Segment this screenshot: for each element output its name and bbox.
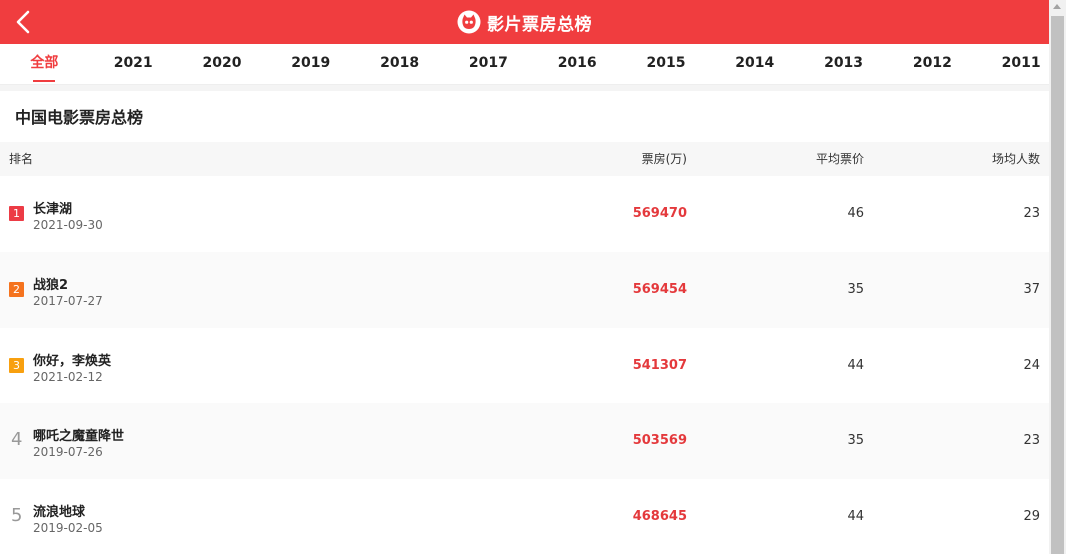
rank-number: 5 (11, 505, 23, 527)
release-date: 2021-02-12 (33, 369, 103, 384)
app-window: 影片票房总榜 全部 2021 2020 2019 2018 2017 2016 2015 201… (0, 0, 1049, 554)
header-title-group: 影片票房总榜 (0, 0, 1049, 44)
tab-2019[interactable]: 2019 (266, 44, 355, 84)
box-office-value: 503569 (632, 433, 687, 449)
tab-2015[interactable]: 2015 (622, 44, 711, 84)
tab-2017[interactable]: 2017 (444, 44, 533, 84)
box-office-value: 541307 (632, 357, 687, 373)
movie-row[interactable]: 3 你好，李焕英 2021-02-12 541307 44 24 (0, 328, 1049, 404)
ranking-list: 1 长津湖 2021-09-30 569470 46 23 2 战狼2 2017-07-27 56… (0, 176, 1049, 554)
movie-row[interactable]: 2 战狼2 2017-07-27 569454 35 37 (0, 251, 1049, 328)
cat-logo-icon (457, 10, 481, 34)
rank-number: 4 (11, 429, 23, 451)
release-date: 2017-07-27 (33, 293, 103, 308)
movie-name: 流浪地球 (33, 505, 86, 521)
header-bar: 影片票房总榜 (0, 0, 1049, 44)
movie-name: 战狼2 (33, 277, 69, 293)
avg-audience-value: 24 (1023, 357, 1040, 373)
tab-2011[interactable]: 2011 (977, 44, 1049, 84)
rank-badge: 1 (9, 206, 24, 221)
movie-name: 哪吒之魔童降世 (33, 429, 125, 445)
release-date: 2021-09-30 (33, 218, 103, 232)
avg-audience-value: 23 (1023, 206, 1040, 221)
movie-row[interactable]: 5 流浪地球 2019-02-05 468645 44 29 (0, 479, 1049, 554)
avg-price-value: 46 (847, 206, 864, 221)
column-header-avg-price: 平均票价 (815, 152, 864, 166)
column-header-avg-audience: 场均人数 (991, 152, 1040, 166)
movie-row[interactable]: 1 长津湖 2021-09-30 569470 46 23 (0, 176, 1049, 252)
box-office-value: 468645 (632, 509, 687, 525)
box-office-value: 569470 (632, 206, 687, 221)
avg-price-value: 44 (847, 357, 864, 373)
column-header-rank: 排名 (9, 152, 34, 166)
avg-price-value: 44 (847, 509, 864, 525)
column-header-box-office: 票房(万) (641, 152, 687, 166)
tab-2018[interactable]: 2018 (355, 44, 444, 84)
tab-2014[interactable]: 2014 (710, 44, 799, 84)
tab-2021[interactable]: 2021 (89, 44, 178, 84)
release-date: 2019-02-05 (33, 521, 103, 536)
table-header: 排名 票房(万) 平均票价 场均人数 (0, 142, 1049, 176)
tab-2013[interactable]: 2013 (799, 44, 888, 84)
movie-name: 长津湖 (33, 202, 73, 217)
box-office-value: 569454 (632, 281, 687, 297)
movie-name: 你好，李焕英 (33, 353, 112, 369)
year-tabs: 全部 2021 2020 2019 2018 2017 2016 2015 2014 2013 20… (0, 44, 1049, 85)
tab-2012[interactable]: 2012 (888, 44, 977, 84)
rank-badge: 3 (9, 357, 24, 373)
page-title: 影片票房总榜 (487, 14, 592, 35)
movie-row[interactable]: 4 哪吒之魔童降世 2019-07-26 503569 35 23 (0, 403, 1049, 480)
avg-audience-value: 29 (1023, 509, 1040, 525)
tab-2020[interactable]: 2020 (178, 44, 267, 84)
section-title: 中国电影票房总榜 (15, 108, 144, 127)
scrollbar-thumb[interactable] (1051, 16, 1064, 554)
avg-price-value: 35 (847, 433, 864, 449)
tab-2016[interactable]: 2016 (533, 44, 622, 84)
section-divider (0, 85, 1049, 91)
avg-audience-value: 37 (1023, 281, 1040, 297)
release-date: 2019-07-26 (33, 445, 103, 460)
avg-price-value: 35 (847, 281, 864, 297)
vertical-scrollbar[interactable] (1049, 0, 1066, 554)
scroll-up-arrow-icon[interactable] (1053, 4, 1061, 9)
tab-all[interactable]: 全部 (0, 44, 89, 84)
rank-badge: 2 (9, 281, 24, 297)
avg-audience-value: 23 (1023, 433, 1040, 449)
